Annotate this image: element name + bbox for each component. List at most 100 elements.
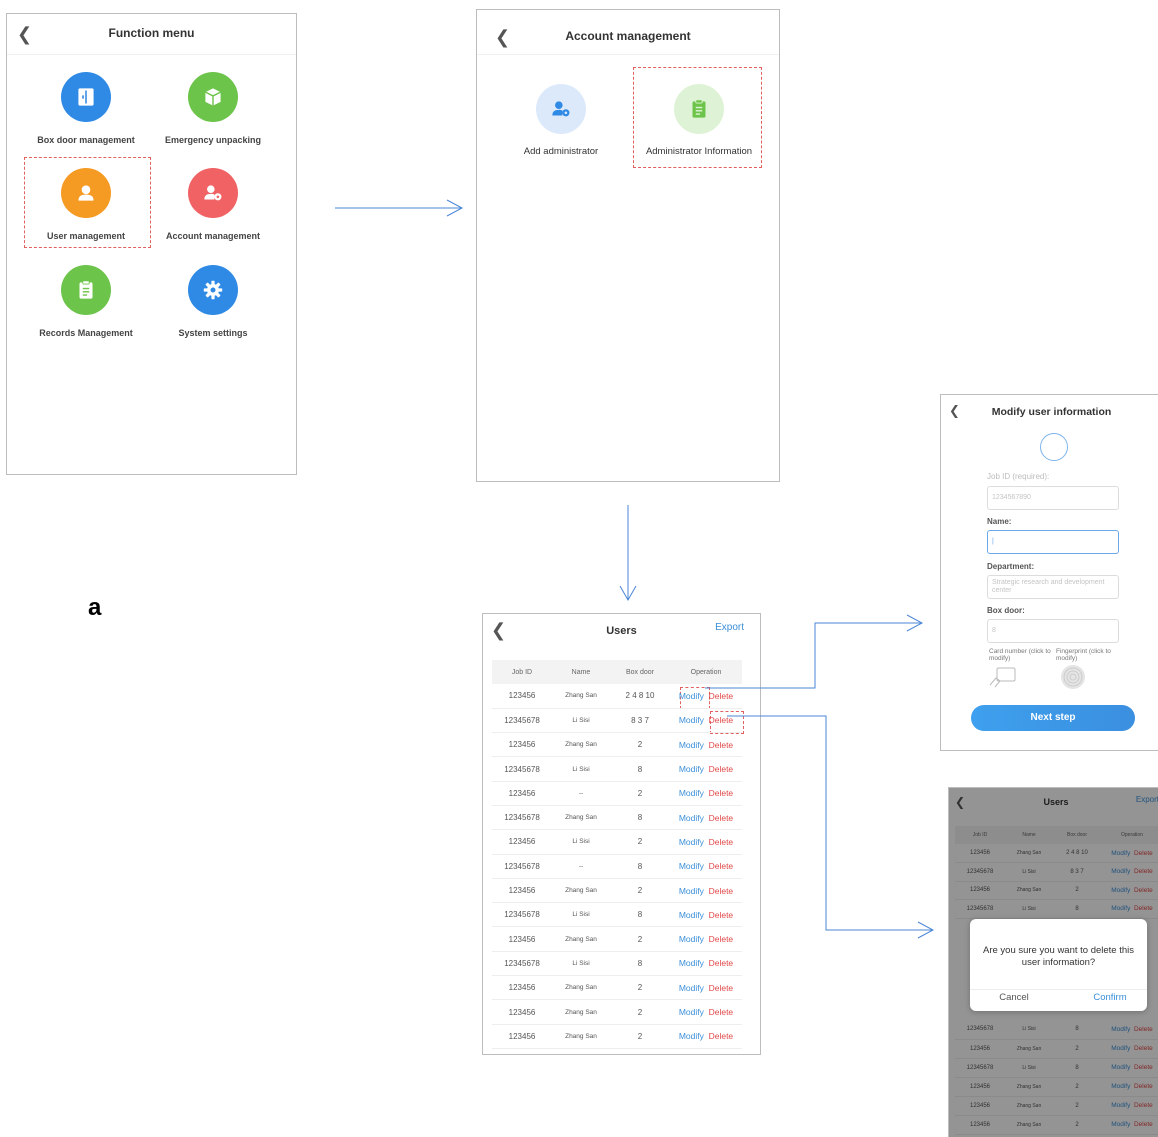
delete-link[interactable]: Delete xyxy=(709,910,734,920)
delete-link[interactable]: Delete xyxy=(709,958,734,968)
card-number-label: Card number (click to modify) xyxy=(989,648,1051,662)
delete-link[interactable]: Delete xyxy=(709,740,734,750)
table-row: 12345678 Li Sisi 8 Modify Delete xyxy=(492,902,742,928)
box-door-cell: 2 xyxy=(610,878,670,904)
modify-link[interactable]: Modify xyxy=(679,861,704,871)
box-door-cell: 8 xyxy=(610,756,670,782)
next-step-button[interactable]: Next step xyxy=(971,705,1135,731)
name-cell: Li Sisi xyxy=(552,951,610,977)
box-door-cell: 8 xyxy=(610,805,670,831)
add-administrator-label: Add administrator xyxy=(523,146,599,157)
modify-link[interactable]: Modify xyxy=(679,740,704,750)
menu-item-emergency-unpacking[interactable]: Emergency unpacking xyxy=(148,72,278,145)
table-row: 123456 -- 2 Modify Delete xyxy=(492,781,742,806)
administrator-information-label: Administrator Information xyxy=(645,146,753,157)
department-field[interactable]: Strategic research and development cente… xyxy=(987,575,1119,599)
modify-link[interactable]: Modify xyxy=(679,1031,704,1041)
delete-link[interactable]: Delete xyxy=(709,837,734,847)
name-label: Name: xyxy=(987,517,1012,526)
administrator-information-button[interactable]: Administrator Information xyxy=(629,84,769,157)
job-id-cell: 12345678 xyxy=(492,854,552,879)
box-door-cell: 2 4 8 10 xyxy=(610,684,670,709)
column-header-name: Name xyxy=(552,660,610,684)
menu-item-label: Box door management xyxy=(37,135,135,145)
modify-link[interactable]: Modify xyxy=(679,958,704,968)
modify-link[interactable]: Modify xyxy=(679,1007,704,1017)
modify-link[interactable]: Modify xyxy=(679,983,704,993)
add-administrator-button[interactable]: Add administrator xyxy=(491,84,631,157)
box-door-cell: 2 xyxy=(610,926,670,952)
clipboard-icon xyxy=(674,84,724,134)
delete-link[interactable]: Delete xyxy=(709,764,734,774)
job-id-cell: 123456 xyxy=(492,829,552,855)
menu-item-label: Emergency unpacking xyxy=(164,135,262,145)
name-cell: Zhang San xyxy=(552,732,610,758)
fingerprint-icon[interactable] xyxy=(1061,665,1085,689)
delete-link[interactable]: Delete xyxy=(709,691,734,701)
operation-cell: Modify Delete xyxy=(670,975,742,1001)
menu-item-box-door-management[interactable]: Box door management xyxy=(21,72,151,145)
modify-link[interactable]: Modify xyxy=(679,934,704,944)
table-row: 123456 Zhang San 2 Modify Delete xyxy=(492,732,742,758)
delete-link[interactable]: Delete xyxy=(709,983,734,993)
name-field[interactable]: | xyxy=(987,530,1119,554)
delete-confirm-dialog: Are you sure you want to delete this use… xyxy=(970,919,1147,1011)
modify-link[interactable]: Modify xyxy=(679,886,704,896)
job-id-cell: 123456 xyxy=(492,975,552,1001)
export-link[interactable]: Export xyxy=(715,622,744,633)
arrow-head-3 xyxy=(906,614,924,632)
box-open-icon xyxy=(188,72,238,122)
box-door-cell: 8 xyxy=(610,902,670,928)
delete-link[interactable]: Delete xyxy=(709,788,734,798)
menu-item-account-management[interactable]: Account management xyxy=(148,168,278,241)
job-id-field[interactable]: 1234567890 xyxy=(987,486,1119,510)
menu-item-records-management[interactable]: Records Management xyxy=(21,265,151,338)
table-row: 12345678 Li Sisi 8 3 7 Modify Delete xyxy=(492,708,742,734)
table-row: 12345678 Li Sisi 8 Modify Delete xyxy=(492,951,742,977)
modify-link[interactable]: Modify xyxy=(679,715,704,725)
account-management-header: ❮ Account management xyxy=(477,10,779,55)
modify-link[interactable]: Modify xyxy=(679,764,704,774)
arrow-head-2 xyxy=(619,585,637,602)
job-id-cell: 123456 xyxy=(492,684,552,709)
box-door-field[interactable]: 8 xyxy=(987,619,1119,643)
delete-link[interactable]: Delete xyxy=(709,1031,734,1041)
delete-confirm-message: Are you sure you want to delete this use… xyxy=(982,945,1135,968)
table-row: 12345678 -- 8 Modify Delete xyxy=(492,854,742,879)
job-id-cell: 12345678 xyxy=(492,756,552,782)
delete-link[interactable]: Delete xyxy=(709,861,734,871)
account-management-screen: ❮ Account management Add administrator A… xyxy=(476,9,780,482)
card-icon[interactable] xyxy=(987,665,1019,694)
name-cell: Zhang San xyxy=(552,999,610,1025)
column-header-box-door: Box door xyxy=(610,660,670,684)
table-row: 123456 Zhang San 2 4 8 10 Modify Delete xyxy=(492,684,742,709)
modify-link[interactable]: Modify xyxy=(679,788,704,798)
delete-link[interactable]: Delete xyxy=(709,715,734,725)
modify-link[interactable]: Modify xyxy=(679,910,704,920)
operation-cell: Modify Delete xyxy=(670,732,742,758)
avatar[interactable] xyxy=(1040,433,1068,461)
job-id-cell: 123456 xyxy=(492,781,552,806)
box-door-cell: 2 xyxy=(610,732,670,758)
box-door-cell: 2 xyxy=(610,829,670,855)
clipboard-icon xyxy=(61,265,111,315)
menu-item-user-management[interactable]: User management xyxy=(21,168,151,241)
delete-link[interactable]: Delete xyxy=(709,934,734,944)
menu-item-system-settings[interactable]: System settings xyxy=(148,265,278,338)
modify-link[interactable]: Modify xyxy=(679,837,704,847)
box-door-cell: 2 xyxy=(610,975,670,1001)
panel-label: a xyxy=(88,594,102,621)
modify-link[interactable]: Modify xyxy=(679,813,704,823)
confirm-button[interactable]: Confirm xyxy=(1066,992,1154,1003)
delete-link[interactable]: Delete xyxy=(709,1007,734,1017)
delete-link[interactable]: Delete xyxy=(709,813,734,823)
name-cell: Zhang San xyxy=(552,878,610,904)
name-cell: Zhang San xyxy=(552,975,610,1001)
modify-link[interactable]: Modify xyxy=(679,691,704,701)
operation-cell: Modify Delete xyxy=(670,854,742,879)
delete-link[interactable]: Delete xyxy=(709,886,734,896)
table-row: 123456 Zhang San 2 Modify Delete xyxy=(492,999,742,1025)
column-header-job-id: Job ID xyxy=(492,660,552,684)
cancel-button[interactable]: Cancel xyxy=(970,992,1058,1003)
operation-cell: Modify Delete xyxy=(670,926,742,952)
